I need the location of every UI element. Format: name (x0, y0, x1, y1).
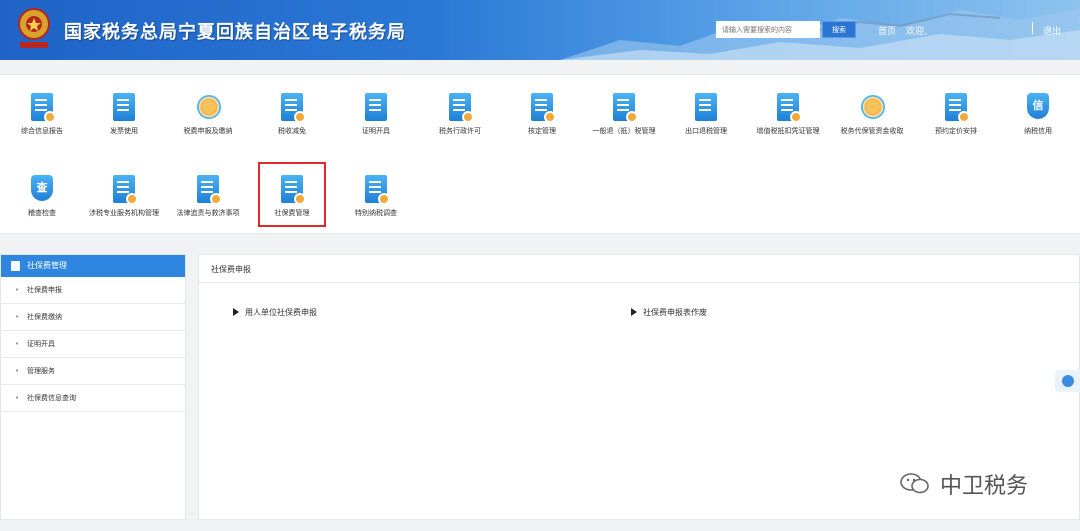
sidebar-item-pay[interactable]: 社保费缴纳 (1, 304, 185, 331)
site-header: 国家税务总局宁夏回族自治区电子税务局 搜索 首页 欢迎, 退出 (0, 0, 1080, 60)
national-emblem-icon (18, 8, 50, 48)
service-item-permit[interactable]: 税务行政许可 (418, 93, 502, 136)
sidebar-item-declare[interactable]: 社保费申报 (1, 277, 185, 304)
header-divider (1032, 22, 1033, 34)
welcome-text: 欢迎, (906, 27, 927, 37)
wechat-icon (900, 473, 929, 494)
service-item-certificate[interactable]: 证明开具 (334, 93, 418, 136)
service-icon-panel: 综合信息报告 发票使用 税费申报及缴纳 税收减免 证明开具 税务行政许可 核定管… (0, 74, 1080, 234)
certificate-icon (362, 93, 390, 123)
service-item-credit[interactable]: 信 纳税信用 (996, 93, 1080, 136)
service-item-special-investigation[interactable]: 特别纳税调查 (334, 175, 418, 218)
tax-relief-icon (278, 93, 306, 123)
employer-declare-link[interactable]: 用人单位社保费申报 (233, 307, 317, 318)
inspection-icon: 查 (28, 175, 56, 205)
home-link[interactable]: 首页 (878, 24, 896, 37)
service-item-pricing[interactable]: 预约定价安排 (914, 93, 998, 136)
special-investigation-icon (362, 175, 390, 205)
triangle-right-icon (631, 308, 637, 316)
section-title: 社保费申报 (199, 255, 1079, 283)
tax-declare-icon (194, 93, 222, 123)
logout-link[interactable]: 退出 (1043, 24, 1061, 37)
service-item-report[interactable]: 综合信息报告 (0, 93, 84, 136)
service-item-legal[interactable]: 法律追责与救济事项 (166, 175, 250, 218)
pricing-icon (942, 93, 970, 123)
sidebar-item-query[interactable]: 社保费信息查询 (1, 385, 185, 412)
sidebar-item-certificate[interactable]: 证明开具 (1, 331, 185, 358)
sidebar-item-service[interactable]: 管理服务 (1, 358, 185, 385)
service-item-tax-declare[interactable]: 税费申报及缴纳 (166, 93, 250, 136)
search-button[interactable]: 搜索 (822, 21, 856, 38)
service-item-invoice[interactable]: 发票使用 (82, 93, 166, 136)
service-item-vat-voucher[interactable]: 增值税抵扣凭证管理 (746, 93, 830, 136)
search-input[interactable] (716, 21, 820, 38)
left-sidebar: 社保费管理 社保费申报 社保费缴纳 证明开具 管理服务 社保费信息查询 (0, 254, 186, 520)
service-item-agency[interactable]: 涉税专业服务机构管理 (82, 175, 166, 218)
assessment-icon (528, 93, 556, 123)
sidebar-header: 社保费管理 (1, 255, 185, 277)
customer-service-button[interactable] (1055, 370, 1080, 392)
vat-voucher-icon (774, 93, 802, 123)
invoice-icon (110, 93, 138, 123)
agency-icon (110, 175, 138, 205)
void-declare-link[interactable]: 社保费申报表作废 (631, 307, 707, 318)
report-icon (28, 93, 56, 123)
export-refund-icon (692, 93, 720, 123)
headset-icon (1062, 375, 1074, 387)
document-icon (11, 261, 20, 271)
triangle-right-icon (233, 308, 239, 316)
custody-fund-icon (858, 93, 886, 123)
service-item-custody-fund[interactable]: 税务代保管资金收取 (830, 93, 914, 136)
great-wall-banner (560, 8, 1080, 60)
site-title: 国家税务总局宁夏回族自治区电子税务局 (64, 22, 406, 43)
service-item-tax-relief[interactable]: 税收减免 (250, 93, 334, 136)
service-item-export-refund[interactable]: 出口退税管理 (664, 93, 748, 136)
service-item-refund[interactable]: 一般退（抵）税管理 (582, 93, 666, 136)
permit-icon (446, 93, 474, 123)
credit-icon: 信 (1024, 93, 1052, 123)
service-item-inspection[interactable]: 查 稽查检查 (0, 175, 84, 218)
highlight-social-security-icon (258, 162, 326, 227)
service-item-assessment[interactable]: 核定管理 (500, 93, 584, 136)
refund-icon (610, 93, 638, 123)
legal-icon (194, 175, 222, 205)
